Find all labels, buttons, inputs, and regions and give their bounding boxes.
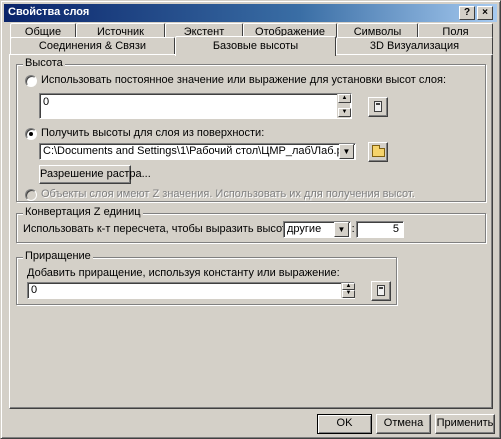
apply-button[interactable]: Применить xyxy=(435,414,495,434)
radio-constant-height[interactable] xyxy=(25,75,37,87)
surface-path-text: C:\Documents and Settings\1\Рабочий стол… xyxy=(43,145,339,157)
folder-open-icon xyxy=(372,145,385,157)
offset-group-legend: Приращение xyxy=(23,250,93,262)
tab-joins-relates[interactable]: Соединения & Связи xyxy=(10,37,175,55)
calculator-icon xyxy=(374,101,382,112)
units-select[interactable]: другие ▼ xyxy=(283,221,351,238)
offset-value-text: 0 xyxy=(31,284,38,296)
radio-surface-label: Получить высоты для слоя из поверхности: xyxy=(41,127,265,139)
raster-resolution-button[interactable]: Разрешение растра... xyxy=(39,165,151,184)
ok-button[interactable]: OK xyxy=(317,414,372,434)
layer-properties-dialog: Свойства слоя ? × Общие Источник Экстент… xyxy=(0,0,501,439)
scroll-up-icon[interactable]: ▲ xyxy=(342,283,355,290)
offset-label: Добавить приращение, используя константу… xyxy=(27,267,340,279)
z-conversion-legend: Конвертация Z единиц xyxy=(23,206,143,218)
units-selected-text: другие xyxy=(287,223,322,235)
chevron-down-icon[interactable]: ▼ xyxy=(334,222,349,237)
radio-z-values-label: Объекты слоя имеют Z значения. Использов… xyxy=(41,188,415,200)
scroll-down-icon[interactable]: ▼ xyxy=(338,108,351,117)
calculator-icon xyxy=(377,285,385,296)
title-bar[interactable]: Свойства слоя ? × xyxy=(4,4,497,22)
browse-surface-button[interactable] xyxy=(368,142,388,162)
offset-value-field[interactable]: 0 ▲ ▼ xyxy=(27,282,355,299)
tab-3d-rendering[interactable]: 3D Визуализация xyxy=(336,37,493,55)
surface-path-combo[interactable]: C:\Documents and Settings\1\Рабочий стол… xyxy=(39,143,356,160)
constant-value-scrollbar[interactable]: ▲ ▼ xyxy=(337,94,351,118)
close-button[interactable]: × xyxy=(477,6,493,20)
offset-expression-button[interactable] xyxy=(371,281,391,301)
z-factor-field[interactable]: 5 xyxy=(356,221,404,238)
radio-surface-height[interactable] xyxy=(25,128,37,140)
window-title: Свойства слоя xyxy=(8,6,90,18)
cancel-button[interactable]: Отмена xyxy=(376,414,431,434)
scroll-up-icon[interactable]: ▲ xyxy=(338,94,351,103)
radio-constant-label: Использовать постоянное значение или выр… xyxy=(41,74,447,86)
z-conversion-group: Конвертация Z единиц Использовать к-т пе… xyxy=(16,206,486,243)
constant-value-text: 0 xyxy=(43,96,50,108)
tab-base-heights[interactable]: Базовые высоты xyxy=(175,36,336,56)
height-group: Высота Использовать постоянное значение … xyxy=(16,57,486,202)
expression-builder-button[interactable] xyxy=(368,97,388,117)
constant-value-field[interactable]: 0 ▲ ▼ xyxy=(39,93,352,119)
offset-group: Приращение Добавить приращение, использу… xyxy=(16,250,397,305)
scroll-down-icon[interactable]: ▼ xyxy=(342,290,355,298)
help-button[interactable]: ? xyxy=(459,6,475,20)
chevron-down-icon[interactable]: ▼ xyxy=(339,144,354,159)
offset-scrollbar[interactable]: ▲ ▼ xyxy=(341,283,355,298)
tab-panel: Высота Использовать постоянное значение … xyxy=(9,54,493,409)
height-group-legend: Высота xyxy=(23,57,65,69)
z-factor-text: 5 xyxy=(392,223,399,235)
radio-z-values[interactable] xyxy=(25,189,37,201)
